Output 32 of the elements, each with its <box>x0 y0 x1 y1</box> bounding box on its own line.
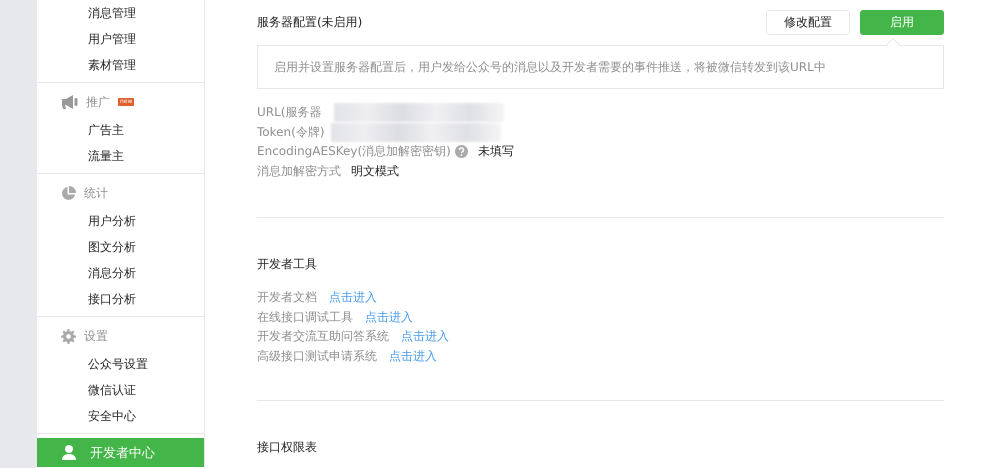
section-title: 接口权限表 <box>257 439 318 456</box>
section-title: 服务器配置(未启用) <box>257 14 364 31</box>
notice-text: 启用并设置服务器配置后，用户发给公众号的消息以及开发者需要的事件推送，将被微信转发到该URL中 <box>274 58 826 76</box>
sidebar-item[interactable]: 素材管理 <box>37 52 204 78</box>
field-label: Token(令牌) <box>257 124 325 141</box>
sidebar-item[interactable]: 接口分析 <box>37 286 204 312</box>
sidebar-item[interactable]: 用户分析 <box>37 208 204 234</box>
tool-label: 开发者交流互助问答系统 <box>257 328 389 346</box>
help-icon[interactable] <box>454 145 468 158</box>
field-label: EncodingAESKey(消息加解密密钥) <box>257 143 451 160</box>
sidebar-item[interactable]: 消息管理 <box>37 0 204 26</box>
section-title: 开发者工具 <box>257 256 318 273</box>
sidebar-item[interactable]: 广告主 <box>37 117 204 143</box>
user-icon <box>62 445 76 460</box>
tool-label: 在线接口调试工具 <box>257 308 353 326</box>
tool-label: 开发者文档 <box>257 289 317 306</box>
field-label: 消息加解密方式 <box>257 162 341 180</box>
edit-config-button[interactable]: 修改配置 <box>766 10 850 35</box>
field-value: 未填写 <box>478 143 514 160</box>
settings-icon <box>61 328 76 344</box>
megaphone-icon <box>61 95 78 109</box>
sidebar-item[interactable]: 消息分析 <box>37 260 204 286</box>
field-value: 明文模式 <box>351 162 399 180</box>
sidebar-item[interactable]: 微信认证 <box>37 377 204 403</box>
sidebar-item[interactable]: 安全中心 <box>37 403 204 429</box>
tool-label: 高级接口测试申请系统 <box>257 348 377 365</box>
pie-chart-icon <box>61 186 76 200</box>
sidebar-item[interactable]: 用户管理 <box>37 26 204 52</box>
sidebar-item[interactable]: 图文分析 <box>37 234 204 260</box>
field-label: URL(服务器 <box>257 104 322 122</box>
sidebar-item[interactable]: 流量主 <box>37 143 204 169</box>
sidebar-item[interactable]: 公众号设置 <box>37 351 204 377</box>
